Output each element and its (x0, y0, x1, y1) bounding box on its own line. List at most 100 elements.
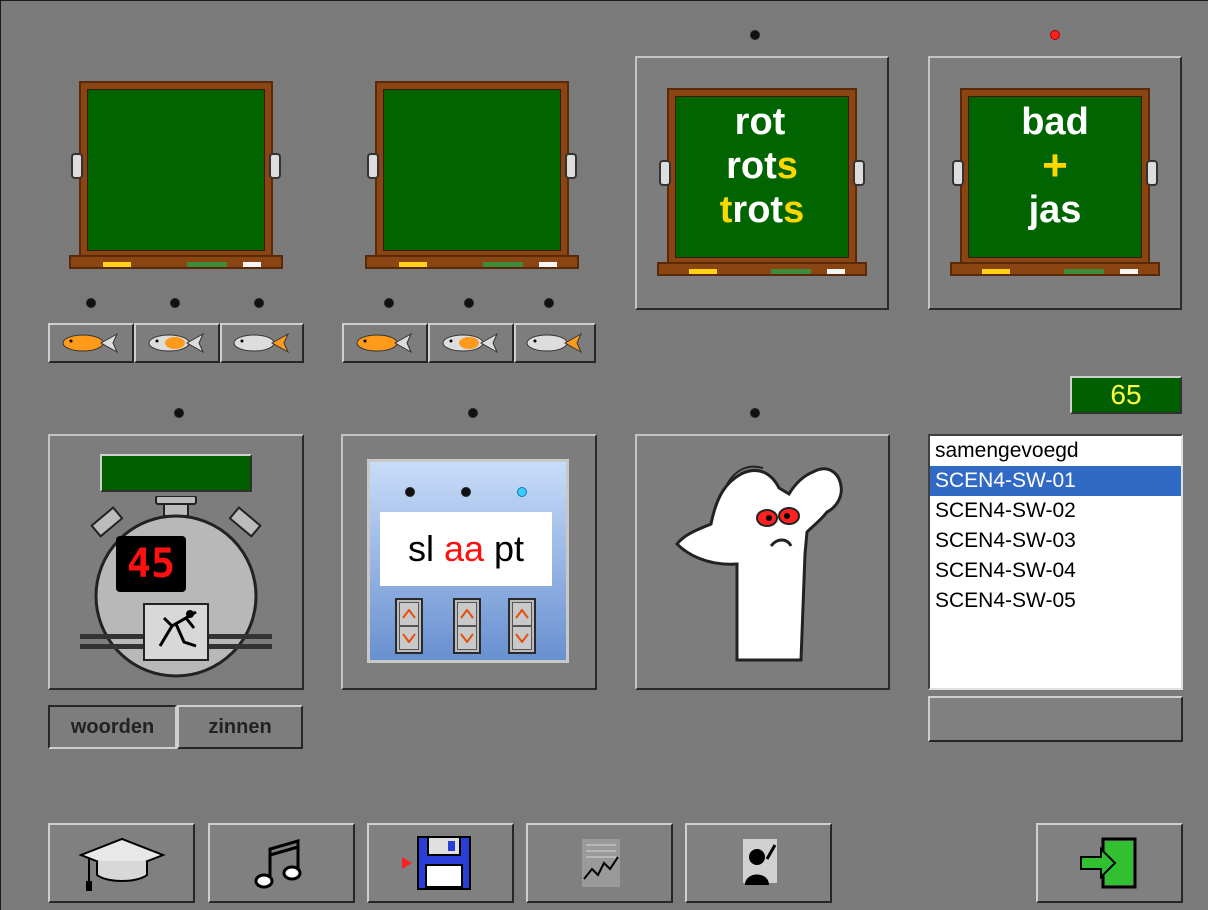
indicator-light (255, 299, 263, 307)
words-toggle[interactable]: woorden (48, 705, 177, 749)
fish-icon (442, 332, 499, 354)
board-3-panel[interactable]: rot rots trots (635, 56, 889, 310)
board-word-2: rots (726, 145, 798, 187)
stepper-3[interactable] (508, 598, 536, 654)
word-part-right: pt (494, 528, 525, 569)
word-display: sl aa pt (380, 512, 552, 586)
list-item[interactable]: SCEN4-SW-03 (930, 526, 1181, 556)
indicator-light (751, 409, 759, 417)
chalk-stick-icon (243, 262, 261, 267)
chalk-stick-icon (539, 262, 557, 267)
exit-icon (1079, 837, 1136, 889)
chart-button[interactable] (526, 823, 673, 903)
exercise-list[interactable]: samengevoegd SCEN4-SW-01 SCEN4-SW-02 SCEN4-… (928, 434, 1183, 690)
board-hook-right (565, 152, 577, 179)
indicator-light (469, 409, 477, 417)
arrow-up-icon[interactable] (399, 602, 419, 626)
indicator-light (171, 299, 179, 307)
fish-button-4[interactable] (342, 323, 428, 363)
arrow-up-icon[interactable] (512, 602, 532, 626)
stepper-2[interactable] (453, 598, 481, 654)
list-item[interactable]: SCEN4-SW-02 (930, 496, 1181, 526)
chalkboard-surface (383, 89, 561, 251)
board-word-3: trots (719, 189, 805, 231)
word-builder: sl aa pt (367, 459, 569, 663)
indicator-light (545, 299, 553, 307)
sponge-icon (103, 262, 131, 267)
arrow-down-icon[interactable] (399, 626, 419, 650)
indicator-light (87, 299, 95, 307)
indicator-light (751, 31, 759, 39)
fish-button-5[interactable] (428, 323, 514, 363)
indicator-light (385, 299, 393, 307)
score-display: 65 (1070, 376, 1182, 414)
arrow-down-icon[interactable] (512, 626, 532, 650)
save-disk-icon (401, 836, 471, 890)
indicator-light-active (518, 488, 526, 496)
indicator-light (175, 409, 183, 417)
chalkboard-3: rot rots trots (657, 88, 867, 276)
graduation-cap-icon (77, 837, 166, 891)
save-button[interactable] (367, 823, 514, 903)
sponge-icon (689, 269, 717, 274)
fish-button-1[interactable] (48, 323, 134, 363)
indicator-light (462, 488, 470, 496)
score-value: 65 (1110, 379, 1142, 410)
board-word-2: jas (1028, 189, 1082, 231)
ghost-icon (674, 465, 843, 662)
timer-panel[interactable]: 45 (48, 434, 304, 690)
arrow-down-icon[interactable] (457, 626, 477, 650)
timer-digits: 45 (126, 541, 176, 587)
chalkboard-1[interactable] (69, 81, 283, 269)
fish-icon (526, 332, 583, 354)
music-button[interactable] (208, 823, 355, 903)
board-hook-left (367, 152, 379, 179)
word-part-left: sl (407, 528, 434, 569)
list-item[interactable]: SCEN4-SW-05 (930, 586, 1181, 616)
fish-button-6[interactable] (514, 323, 596, 363)
exit-button[interactable] (1036, 823, 1183, 903)
indicator-light (406, 488, 414, 496)
chalkboard-2[interactable] (365, 81, 579, 269)
teacher-icon (742, 839, 777, 885)
board-4-panel[interactable]: bad + jas (928, 56, 1182, 310)
chart-icon (581, 839, 620, 887)
sentences-toggle[interactable]: zinnen (177, 705, 303, 749)
board-hook-left (71, 152, 83, 179)
music-notes-icon (254, 839, 301, 889)
chalk-stick-icon (187, 262, 227, 267)
fish-button-3[interactable] (220, 323, 304, 363)
word-part-middle: aa (443, 528, 484, 569)
sponge-icon (399, 262, 427, 267)
fish-icon (148, 332, 205, 354)
ghost-panel[interactable] (635, 434, 890, 690)
list-item[interactable]: SCEN4-SW-04 (930, 556, 1181, 586)
arrow-up-icon[interactable] (457, 602, 477, 626)
board-word-1: rot (734, 101, 786, 143)
chalk-stick-icon (1120, 269, 1138, 274)
board-hook-right (269, 152, 281, 179)
blank-action-button[interactable] (928, 696, 1183, 742)
stepper-1[interactable] (395, 598, 423, 654)
graduation-cap-button[interactable] (48, 823, 195, 903)
chalkboard-4: bad + jas (950, 88, 1160, 276)
timer-bar (100, 454, 252, 492)
fish-icon (356, 332, 413, 354)
chalk-stick-icon (827, 269, 845, 274)
list-item[interactable]: SCEN4-SW-01 (930, 466, 1181, 496)
chalkboard-surface (87, 89, 265, 251)
chalk-stick-icon (771, 269, 811, 274)
list-item[interactable]: samengevoegd (930, 436, 1181, 466)
chalk-stick-icon (483, 262, 523, 267)
indicator-light (465, 299, 473, 307)
app-window: rot rots trots bad + jas 65 45 woorden z… (0, 0, 1208, 910)
board-word-1: bad (1021, 101, 1089, 143)
sponge-icon (982, 269, 1010, 274)
chalk-stick-icon (1064, 269, 1104, 274)
indicator-light-active (1051, 31, 1059, 39)
teacher-button[interactable] (685, 823, 832, 903)
fish-icon (233, 332, 290, 354)
fish-button-2[interactable] (134, 323, 220, 363)
fish-icon (62, 332, 119, 354)
plus-sign: + (1042, 141, 1068, 190)
